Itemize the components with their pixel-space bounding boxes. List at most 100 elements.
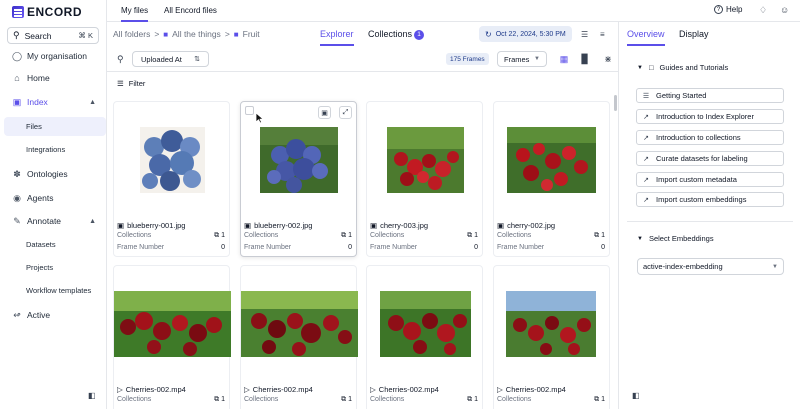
guide-link-custom-embeddings[interactable]: ↗ Import custom embeddings [636,192,784,207]
meta-label: Frame Number [370,244,418,251]
breadcrumb-separator: > [224,29,230,39]
tab-all-encord-files[interactable]: All Encord files [164,6,217,15]
user-icon[interactable]: ☺ [780,5,789,15]
copy-icon: ⧉ [467,396,473,403]
copy-icon: ⧉ [214,232,220,239]
meta-row: Frame Number 0 [370,244,478,251]
thumbnail-image[interactable] [380,291,471,357]
sort-button[interactable]: Uploaded At ⇅ [132,51,209,67]
expand-icon[interactable]: ⤢ [339,106,352,119]
breadcrumb-level1[interactable]: All the things [172,29,221,39]
brand-logo[interactable]: ENCORD [12,5,82,19]
copy-icon: ⧉ [594,232,600,239]
embeddings-select-value: active-index-embedding [643,262,723,271]
book-icon: □ [648,63,654,72]
filter-button[interactable]: ☰ Filter [117,79,145,88]
sidebar-item-label: Annotate [27,216,62,226]
guides-section-header[interactable]: ▼ □ Guides and Tutorials [637,63,728,72]
thumbnail-image[interactable] [140,127,205,193]
frames-select[interactable]: Frames ▼ [497,51,547,67]
tab-overview[interactable]: Overview [627,29,665,46]
list-view-icon[interactable]: ☰ [581,30,588,39]
bell-icon[interactable]: ♢ [759,5,767,16]
thumbnail-image[interactable] [114,291,231,357]
breadcrumb-level2[interactable]: Fruit [243,29,260,39]
sidebar-item-datasets[interactable]: Datasets [4,235,106,254]
sidebar-item-index[interactable]: ▣ Index ▲ [0,93,106,111]
copy-icon: ⧉ [341,232,347,239]
file-card[interactable]: ▣ cherry-003.jpg Collections ⧉ 1 Frame Nu… [366,101,483,257]
sidebar-item-files[interactable]: Files [4,117,106,136]
embeddings-select[interactable]: active-index-embedding ▼ [637,258,784,275]
file-name-text: Cherries-002.mp4 [252,385,313,394]
grid-scrollbar[interactable] [614,95,617,111]
file-card[interactable]: ▷ Cherries-002.mp4 Collections ⧉ 1 [493,265,610,409]
meta-label: Collections [117,396,152,403]
thumbnail-image[interactable] [387,127,464,193]
thumbnail-image[interactable] [260,127,338,193]
file-card[interactable]: ▣ cherry-002.jpg Collections ⧉ 1 Frame Nu… [493,101,610,257]
tab-collections[interactable]: Collections 1 [368,29,425,40]
globe-icon: ◯ [11,50,23,61]
collapse-sidebar-icon[interactable]: ◧ [88,391,96,400]
sort-direction-icon[interactable]: ⇅ [194,55,200,63]
meta-value: 0 [474,244,478,251]
external-link-icon: ↗ [643,176,649,184]
thumbnail-image[interactable] [507,127,596,193]
search-icon[interactable]: ⚲ [117,54,124,65]
sidebar-item-agents[interactable]: ◉ Agents [0,189,106,207]
sidebar-item-integrations[interactable]: Integrations [4,140,106,159]
file-card[interactable]: ▣ ⤢ ▣ blueberry-002.jpg Collections ⧉ 1 F… [240,101,357,257]
sidebar-item-my-organisation[interactable]: ◯ My organisation [0,47,106,65]
breadcrumb-root[interactable]: All folders [113,29,150,39]
guide-link-getting-started[interactable]: ☰ Getting Started [636,88,784,103]
tab-display[interactable]: Display [679,29,709,39]
chevron-down-icon: ▼ [772,263,778,270]
file-card[interactable]: ▣ blueberry-001.jpg Collections ⧉ 1 Frame… [113,101,230,257]
sidebar-item-active[interactable]: ↫ Active [0,306,106,324]
thumbnail-image[interactable] [241,291,358,357]
sidebar-item-label: Active [27,310,51,320]
file-name-text: blueberry-002.jpg [254,221,313,230]
meta-row: Collections ⧉ 1 [117,396,225,404]
embeddings-section-header[interactable]: ▼ Select Embeddings [637,234,714,243]
index-icon: ▣ [12,96,22,107]
settings-sliders-icon[interactable]: ≡ [600,30,605,39]
guide-label: Curate datasets for labeling [656,154,748,163]
chart-view-icon[interactable]: ▉ [577,51,593,67]
breadcrumb: All folders > ■ All the things > ■ Fruit [113,29,260,39]
search-shortcut: ⌘ K [78,31,93,40]
tab-my-files[interactable]: My files [121,6,149,22]
frame-count-badge: 175 Frames [446,53,489,65]
sidebar-item-workflow-templates[interactable]: Workflow templates [4,281,106,300]
file-card[interactable]: ▷ Cherries-002.mp4 Collections ⧉ 1 [113,265,231,409]
tab-explorer[interactable]: Explorer [320,29,354,46]
section-divider [627,221,793,222]
sidebar-item-annotate[interactable]: ✎ Annotate ▲ [0,212,106,230]
guide-link-collections[interactable]: ↗ Introduction to collections [636,130,784,145]
scatter-view-icon[interactable]: ⋇ [600,51,616,67]
sidebar-item-projects[interactable]: Projects [4,258,106,277]
folder-icon: ■ [233,29,239,39]
help-button[interactable]: ? Help [714,5,742,14]
meta-value: 0 [348,244,352,251]
guide-link-curate-datasets[interactable]: ↗ Curate datasets for labeling [636,151,784,166]
grid-view-icon[interactable]: ▦ [556,51,572,67]
collapse-panel-icon[interactable]: ◧ [632,391,640,400]
sidebar-item-ontologies[interactable]: ✽ Ontologies [0,165,106,183]
guide-link-custom-metadata[interactable]: ↗ Import custom metadata [636,172,784,187]
meta-row: Collections ⧉ 1 [117,232,225,240]
date-picker-button[interactable]: ↻ Oct 22, 2024, 5:30 PM [479,26,572,42]
meta-label: Collections [497,396,532,403]
meta-row: Collections ⧉ 1 [497,396,605,404]
file-card[interactable]: ▷ Cherries-002.mp4 Collections ⧉ 1 [366,265,483,409]
mouse-cursor-icon [255,112,264,124]
open-in-editor-icon[interactable]: ▣ [318,106,331,119]
select-checkbox[interactable] [245,106,254,115]
file-card[interactable]: ▷ Cherries-002.mp4 Collections ⧉ 1 [240,265,358,409]
thumbnail-image[interactable] [506,291,596,357]
guide-link-index-explorer[interactable]: ↗ Introduction to Index Explorer [636,109,784,124]
search-button[interactable]: ⚲ Search ⌘ K [7,27,99,44]
sidebar-item-home[interactable]: ⌂ Home [0,69,106,87]
sidebar-item-label: Agents [27,193,54,203]
